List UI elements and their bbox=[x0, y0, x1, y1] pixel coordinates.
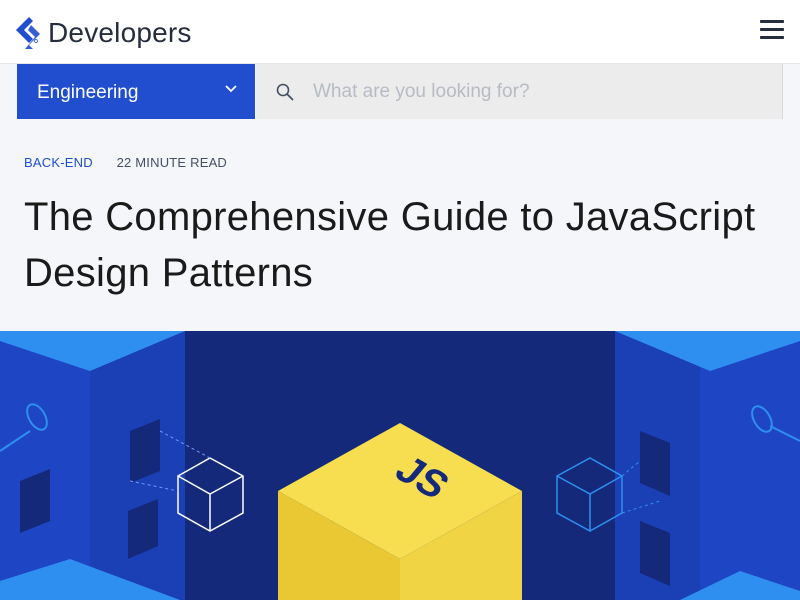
search-input[interactable] bbox=[311, 76, 755, 108]
category-dropdown-label: Engineering bbox=[37, 82, 139, 103]
hamburger-menu-icon[interactable] bbox=[760, 20, 784, 40]
article-header: BACK-END 22 MINUTE READ The Comprehensiv… bbox=[0, 119, 800, 331]
read-time: 22 MINUTE READ bbox=[116, 155, 228, 170]
top-header: Developers bbox=[0, 0, 800, 64]
brand-logo-link[interactable]: Developers bbox=[16, 16, 192, 50]
article-hero-image: JS bbox=[0, 331, 800, 600]
toptal-diamond-icon bbox=[16, 17, 40, 49]
article-title: The Comprehensive Guide to JavaScript De… bbox=[24, 195, 756, 295]
search-icon bbox=[276, 83, 294, 101]
category-dropdown[interactable]: Engineering bbox=[17, 64, 255, 119]
search-bar bbox=[256, 64, 783, 119]
brand-name: Developers bbox=[48, 17, 192, 48]
article-meta: BACK-END 22 MINUTE READ bbox=[24, 155, 227, 170]
article-category-link[interactable]: BACK-END bbox=[24, 155, 93, 170]
chevron-down-icon bbox=[225, 85, 237, 93]
